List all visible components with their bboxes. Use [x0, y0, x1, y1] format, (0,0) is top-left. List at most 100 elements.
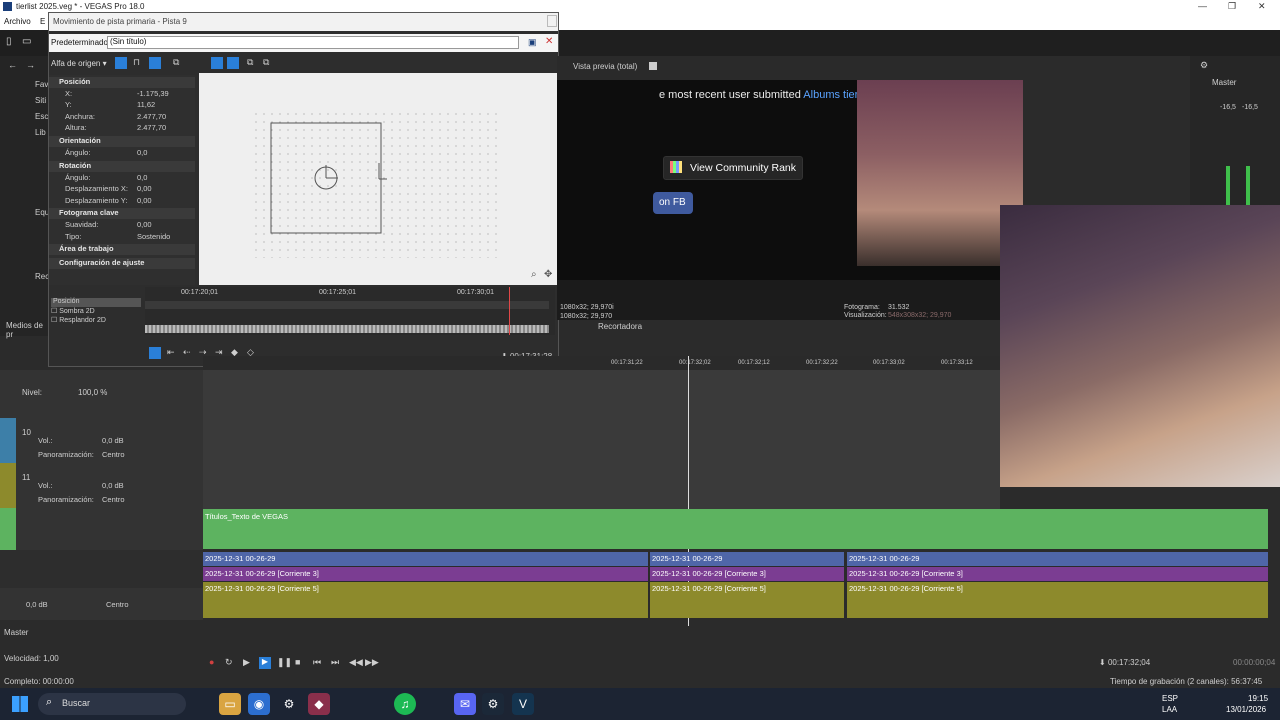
- close-window-button[interactable]: ✕: [1258, 1, 1266, 12]
- checkbox-icon[interactable]: ☐: [51, 317, 57, 324]
- taskbar-chrome-icon[interactable]: ◉: [248, 693, 270, 715]
- clock-time[interactable]: 19:15: [1248, 694, 1268, 703]
- first-keyframe-icon[interactable]: ⇤: [167, 347, 175, 358]
- play-from-start-icon[interactable]: ▶: [243, 657, 250, 668]
- record-icon[interactable]: ●: [209, 657, 214, 667]
- kf-track-sombra[interactable]: ☐ Sombra 2D: [51, 307, 141, 316]
- prop-height[interactable]: Altura: 2.477,70: [49, 123, 195, 134]
- timeline-ruler[interactable]: 00:17:31;22 00:17:32;02 00:17:32;12 00:1…: [203, 356, 1000, 370]
- tree-item[interactable]: Lib: [35, 128, 46, 137]
- prop-type[interactable]: Tipo: Sostenido: [49, 232, 195, 243]
- dialog-restore-icon[interactable]: [547, 15, 557, 27]
- pause-icon[interactable]: ❚❚: [277, 657, 292, 668]
- track-header-video[interactable]: Nivel: 100,0 %: [0, 370, 203, 418]
- lock-aspect-icon[interactable]: ⧉: [247, 57, 253, 68]
- move-icon[interactable]: ✥: [544, 269, 552, 280]
- preview-mode-dropdown[interactable]: Vista previa (total): [573, 62, 637, 71]
- timeline-area[interactable]: [203, 356, 1000, 626]
- taskbar-vegas-icon[interactable]: V: [512, 693, 534, 715]
- clip-olive-2[interactable]: 2025-12-31 00-26-29 [Corriente 5]: [650, 582, 844, 618]
- video-preview[interactable]: e most recent user submitted Albums tier…: [557, 80, 1023, 296]
- go-to-start-icon[interactable]: ⏮: [313, 657, 321, 668]
- prev-frame-icon[interactable]: ◀◀: [349, 657, 363, 668]
- prop-orient-angle[interactable]: Ángulo: 0,0: [49, 148, 195, 159]
- media-tab[interactable]: Medios de pr: [6, 321, 48, 339]
- track-header-audio-11[interactable]: 11 Vol.: 0,0 dB Panoramización: Centro: [0, 463, 203, 508]
- kf-track-resplandor[interactable]: ☐ Resplandor 2D: [51, 316, 141, 325]
- lang-1[interactable]: ESP: [1162, 694, 1178, 703]
- taskbar-search[interactable]: ⌕ Buscar: [38, 693, 186, 715]
- motion-workspace[interactable]: ⌕ ✥: [199, 73, 557, 285]
- taskbar-steam-icon[interactable]: ⚙: [482, 693, 504, 715]
- prop-smoothness[interactable]: Suavidad: 0,00: [49, 220, 195, 231]
- menu-edicion[interactable]: E: [40, 17, 45, 26]
- preview-quality-icon[interactable]: [649, 62, 657, 70]
- snap-icon[interactable]: ⊓: [133, 57, 140, 68]
- prevent-movement-y-icon[interactable]: [227, 57, 239, 69]
- menu-archivo[interactable]: Archivo: [4, 17, 31, 26]
- taskbar-folder-icon[interactable]: ▭: [219, 693, 241, 715]
- next-frame-icon[interactable]: ▶▶: [365, 657, 379, 668]
- play-icon[interactable]: ▶: [259, 657, 271, 669]
- windows-start-icon[interactable]: [12, 696, 28, 712]
- prop-header-snap[interactable]: Configuración de ajuste: [49, 258, 195, 269]
- scale-about-center-icon[interactable]: [149, 57, 161, 69]
- prop-rot-angle[interactable]: Ángulo: 0,0: [49, 173, 195, 184]
- prop-width[interactable]: Anchura: 2.477,70: [49, 112, 195, 123]
- sync-cursor-icon[interactable]: [149, 347, 161, 359]
- view-community-rank-button[interactable]: View Community Rank: [663, 156, 803, 180]
- track-header-audio-10[interactable]: 10 Vol.: 0,0 dB Panoramización: Centro: [0, 418, 203, 463]
- open-folder-icon[interactable]: ▭: [22, 36, 31, 47]
- prop-offset-y[interactable]: Desplazamiento Y: 0,00: [49, 196, 195, 207]
- delete-preset-icon[interactable]: ✕: [545, 36, 553, 47]
- scale-icon[interactable]: ⧉: [263, 57, 269, 68]
- prop-y[interactable]: Y: 11,62: [49, 100, 195, 111]
- keyframe-timeline[interactable]: 00:17:20;01 00:17:25;01 00:17:30;01: [145, 287, 555, 335]
- fb-share-button[interactable]: on FB: [653, 192, 693, 214]
- kf-cursor[interactable]: [509, 287, 510, 335]
- save-preset-icon[interactable]: ▣: [528, 37, 537, 48]
- tree-item[interactable]: Esc: [35, 112, 48, 121]
- prop-header-orientacion[interactable]: Orientación: [49, 136, 195, 147]
- go-to-end-icon[interactable]: ⏭: [331, 657, 339, 668]
- preset-select[interactable]: (Sin título): [107, 36, 519, 49]
- maximize-button[interactable]: ❐: [1228, 1, 1236, 12]
- explorer-forward-icon[interactable]: →: [26, 60, 35, 70]
- taskbar-spotify-icon[interactable]: ♫: [394, 693, 416, 715]
- lang-2[interactable]: LAA: [1162, 705, 1177, 714]
- prop-header-rotacion[interactable]: Rotación: [49, 161, 195, 172]
- clip-purple-1[interactable]: 2025-12-31 00-26-29 [Corriente 3]: [203, 567, 648, 581]
- kf-track-posicion[interactable]: Posición: [51, 298, 141, 307]
- prop-header-workspace[interactable]: Área de trabajo: [49, 244, 195, 255]
- prevent-movement-x-icon[interactable]: [211, 57, 223, 69]
- track-header-15[interactable]: 0,0 dB Centro: [0, 588, 203, 620]
- edit-in-object-space-icon[interactable]: ⧉: [173, 57, 179, 68]
- explorer-back-icon[interactable]: ←: [8, 60, 17, 70]
- clip-purple-2[interactable]: 2025-12-31 00-26-29 [Corriente 3]: [650, 567, 844, 581]
- prop-header-posicion[interactable]: Posición: [49, 77, 195, 88]
- tree-item[interactable]: Siti: [35, 96, 46, 105]
- prev-keyframe-icon[interactable]: ⇠: [183, 347, 191, 358]
- zoom-icon[interactable]: ⌕: [531, 269, 537, 280]
- clip-purple-3[interactable]: 2025-12-31 00-26-29 [Corriente 3]: [847, 567, 1268, 581]
- source-alpha-dropdown[interactable]: Alfa de origen ▾: [51, 59, 107, 68]
- stop-icon[interactable]: ■: [295, 657, 300, 667]
- clip-olive-1[interactable]: 2025-12-31 00-26-29 [Corriente 5]: [203, 582, 648, 618]
- taskbar-discord-icon[interactable]: ✉: [454, 693, 476, 715]
- prop-offset-x[interactable]: Desplazamiento X: 0,00: [49, 184, 195, 195]
- new-file-icon[interactable]: ▯: [6, 36, 12, 47]
- minimize-button[interactable]: —: [1198, 1, 1207, 11]
- clip-blue-1[interactable]: 2025-12-31 00-26-29: [203, 552, 648, 566]
- checkbox-icon[interactable]: ☐: [51, 308, 57, 315]
- taskbar-app-icon[interactable]: ◆: [308, 693, 330, 715]
- prop-x[interactable]: X: -1.175,39: [49, 89, 195, 100]
- title-clip[interactable]: Títulos_Texto de VEGAS: [203, 509, 1268, 549]
- clip-blue-3[interactable]: 2025-12-31 00-26-29: [847, 552, 1268, 566]
- trimmer-tab[interactable]: Recortadora: [598, 322, 642, 331]
- track-header-title[interactable]: [0, 508, 203, 550]
- taskbar-settings-icon[interactable]: ⚙: [278, 693, 300, 715]
- prop-header-keyframe[interactable]: Fotograma clave: [49, 208, 195, 219]
- clip-olive-3[interactable]: 2025-12-31 00-26-29 [Corriente 5]: [847, 582, 1268, 618]
- master-settings-icon[interactable]: ⚙: [1200, 60, 1208, 71]
- loop-icon[interactable]: ↻: [225, 657, 233, 668]
